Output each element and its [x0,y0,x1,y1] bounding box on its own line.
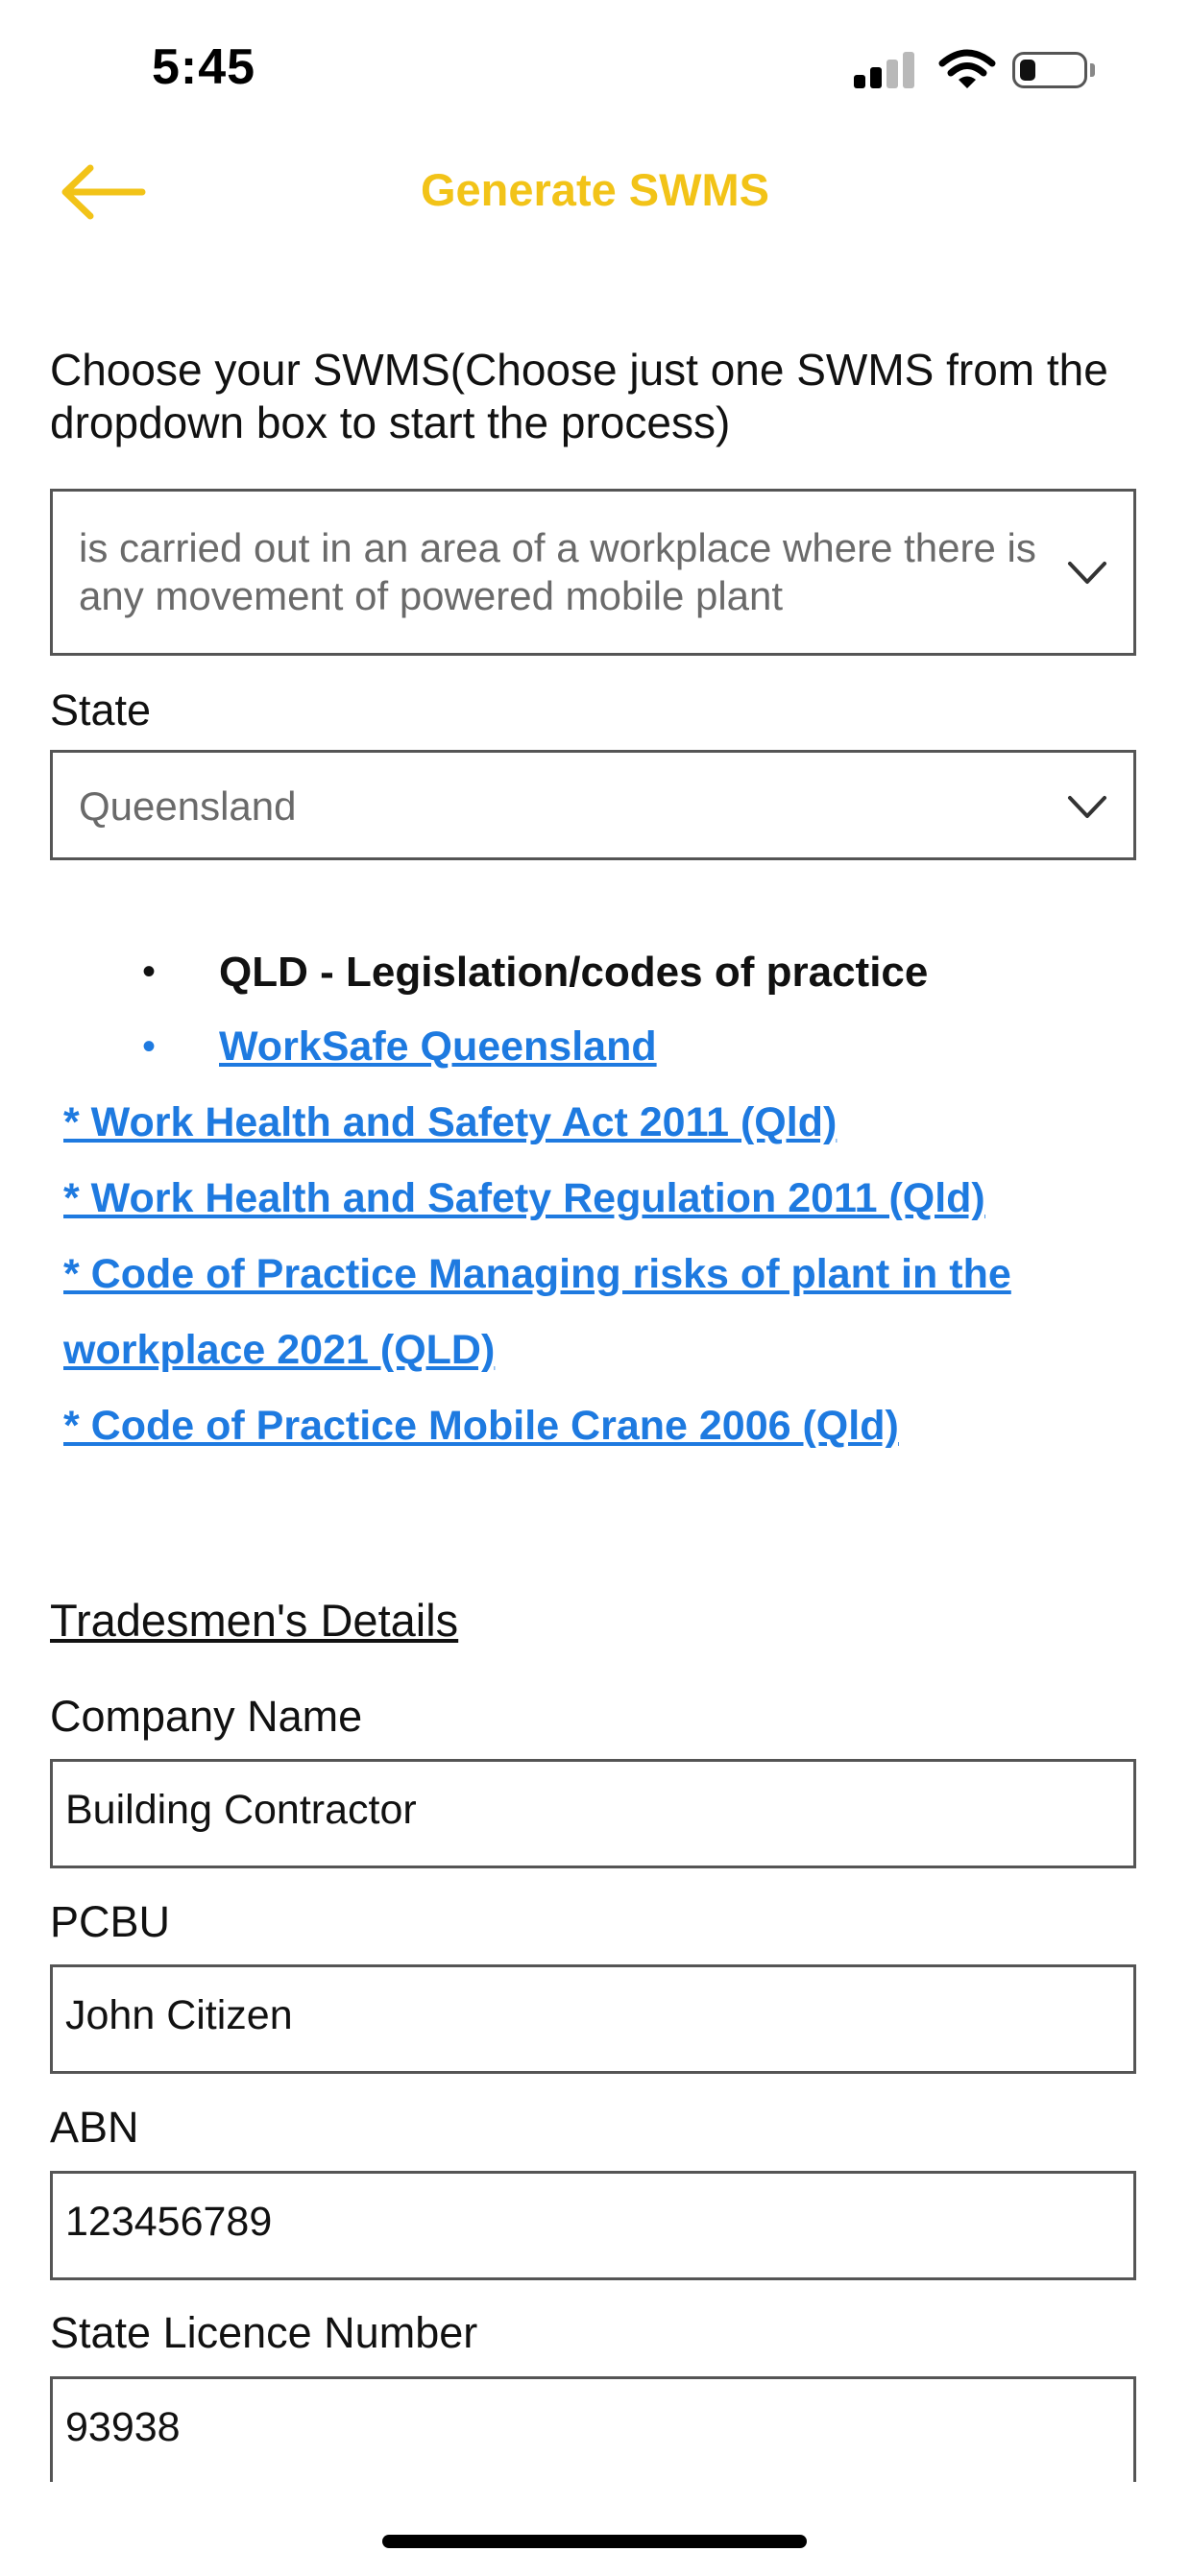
abn-label: ABN [50,2103,139,2152]
state-licence-input[interactable]: 93938 [50,2376,1136,2482]
status-icons [854,46,1104,94]
link-whs-regulation[interactable]: * Work Health and Safety Regulation 2011… [63,1175,985,1222]
swms-select-line2: any movement of powered mobile plant [79,573,784,618]
pcbu-label: PCBU [50,1897,171,1946]
link-worksafe-queensland[interactable]: WorkSafe Queensland [219,1023,657,1071]
legislation-heading: QLD - Legislation/codes of practice [219,949,929,996]
swms-select-line1: is carried out in an area of a workplace… [79,525,1036,570]
link-code-mobile-crane[interactable]: * Code of Practice Mobile Crane 2006 (Ql… [63,1403,899,1450]
state-select-value: Queensland [79,783,297,829]
cellular-signal-icon [854,46,921,94]
link-code-plant-line2[interactable]: workplace 2021 (QLD) [63,1327,495,1374]
status-bar: 5:45 [0,0,1190,144]
status-time: 5:45 [152,39,256,95]
state-licence-value: 93938 [65,2404,181,2450]
abn-value: 123456789 [65,2199,273,2245]
pcbu-input[interactable]: John Citizen [50,1964,1136,2074]
chevron-down-icon [1068,796,1106,818]
battery-icon [1012,52,1087,88]
pcbu-value: John Citizen [65,1992,293,2038]
link-code-plant-line1[interactable]: * Code of Practice Managing risks of pla… [63,1251,1011,1298]
battery-tip [1090,63,1095,77]
state-licence-label: State Licence Number [50,2308,478,2357]
state-label: State [50,686,152,734]
state-select[interactable]: Queensland [50,750,1136,860]
swms-select[interactable]: is carried out in an area of a workplace… [50,489,1136,656]
company-name-label: Company Name [50,1692,363,1741]
home-indicator[interactable] [382,2535,807,2548]
bullet: • [142,951,157,993]
company-name-input[interactable]: Building Contractor [50,1759,1136,1868]
battery-level [1020,60,1035,81]
company-name-value: Building Contractor [65,1787,417,1833]
intro-instructions: Choose your SWMS(Choose just one SWMS fr… [50,345,1108,447]
section-title-tradesmen: Tradesmen's Details [50,1595,459,1646]
wifi-icon [938,49,996,88]
link-whs-act[interactable]: * Work Health and Safety Act 2011 (Qld) [63,1099,837,1146]
abn-input[interactable]: 123456789 [50,2171,1136,2280]
bullet: • [142,1025,157,1068]
page-title: Generate SWMS [420,164,770,215]
chevron-down-icon [1068,562,1106,584]
